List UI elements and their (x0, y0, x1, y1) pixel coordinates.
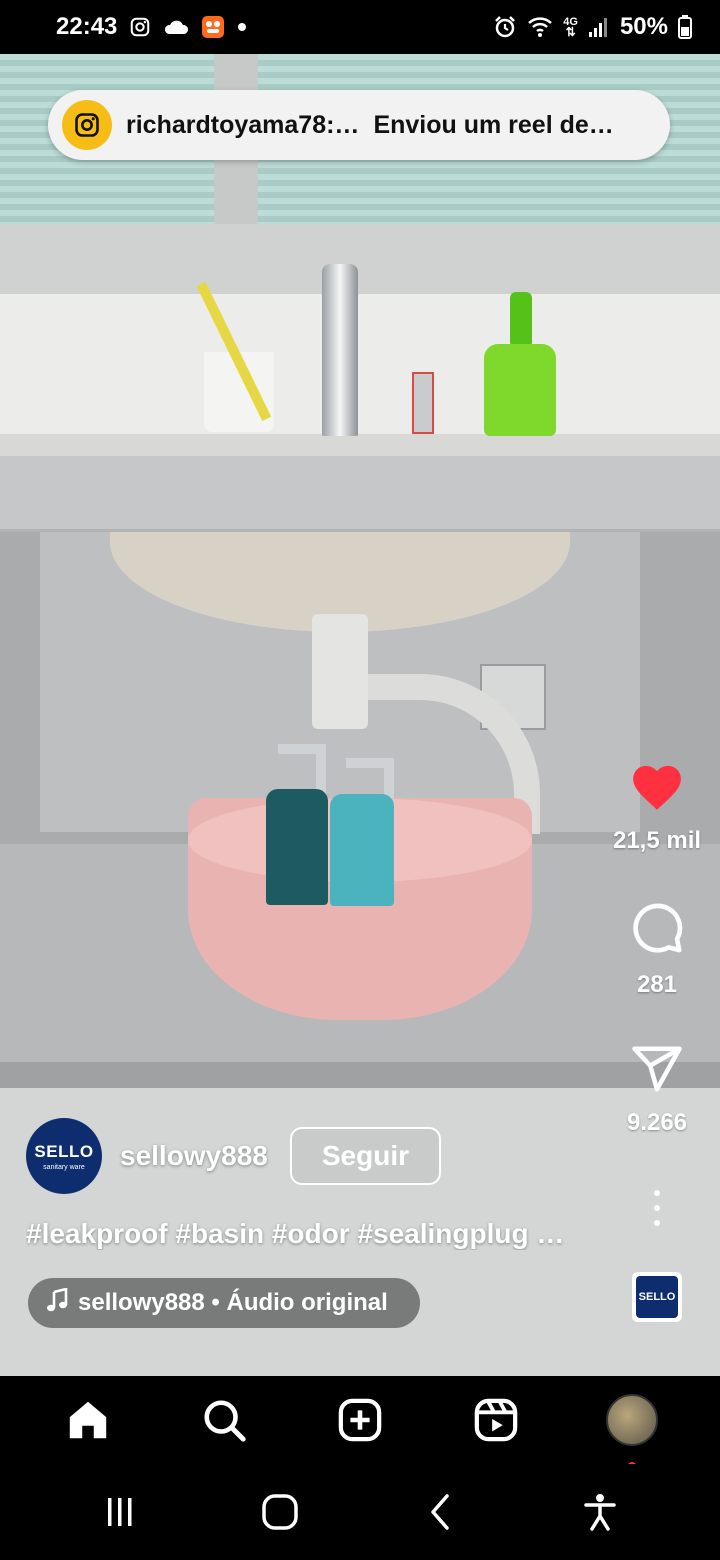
reels-icon[interactable] (466, 1390, 526, 1450)
back-icon[interactable] (410, 1482, 470, 1542)
audio-label: sellowy888 • Áudio original (78, 1289, 388, 1316)
alarm-icon (493, 15, 517, 39)
reel-caption[interactable]: #leakproof #basin #odor #sealingplug … (26, 1218, 606, 1250)
bottle-pump (278, 744, 326, 794)
dot-icon (237, 22, 247, 32)
avatar-brand: SELLO (34, 1141, 94, 1161)
comment-count: 281 (636, 971, 678, 998)
system-nav (0, 1464, 720, 1560)
network-type: 4G ⇅ (563, 16, 578, 39)
lipstick (412, 372, 434, 434)
counter-top (0, 294, 720, 444)
app-icon (201, 15, 225, 39)
like-action[interactable]: 21,5 mil (597, 762, 717, 855)
share-count: 9.266 (626, 1109, 688, 1136)
accessibility-icon[interactable] (570, 1482, 630, 1542)
cabinet-front (0, 456, 720, 532)
soap-bottle (484, 344, 556, 436)
instagram-icon (129, 16, 151, 38)
home-button[interactable] (250, 1482, 310, 1542)
soap-pump (510, 292, 532, 348)
share-action[interactable]: 9.266 (597, 1044, 717, 1137)
battery-percent: 50% (619, 13, 668, 40)
profile-avatar[interactable] (602, 1390, 662, 1470)
dark-bottle (266, 789, 328, 905)
follow-button[interactable]: Seguir (289, 1127, 442, 1185)
heart-icon[interactable] (629, 762, 685, 817)
notification-banner[interactable]: richardtoyama78:… Enviou um reel de… (48, 90, 670, 160)
instagram-icon (62, 100, 112, 150)
music-note-icon (46, 1286, 68, 1319)
search-icon[interactable] (194, 1390, 254, 1450)
bottom-nav (0, 1376, 720, 1470)
faucet (322, 264, 358, 436)
bottle-pump (346, 758, 394, 798)
home-icon[interactable] (58, 1390, 118, 1450)
create-icon[interactable] (330, 1390, 390, 1450)
audio-pill[interactable]: sellowy888 • Áudio original (28, 1278, 420, 1328)
audio-thumbnail[interactable]: SELLO (632, 1272, 682, 1322)
recents-icon[interactable] (90, 1482, 150, 1542)
status-left: 22:43 (56, 13, 247, 41)
wifi-icon (527, 16, 553, 38)
comment-icon[interactable] (629, 900, 685, 961)
status-bar: 22:43 4G ⇅ 50% (0, 0, 720, 54)
drain-pipe (312, 614, 368, 729)
notification-text: Enviou um reel de… (373, 110, 614, 139)
author-row: SELLO sanitary ware sellowy888 Seguir (26, 1118, 442, 1194)
notification-sender: richardtoyama78:… (126, 110, 360, 139)
battery-icon (678, 15, 692, 39)
send-icon[interactable] (630, 1044, 684, 1099)
audio-thumbnail-logo: SELLO (636, 1276, 678, 1318)
author-username[interactable]: sellowy888 (120, 1140, 268, 1172)
more-options-icon[interactable] (650, 1190, 664, 1226)
light-bottle (330, 794, 394, 906)
counter-edge (0, 434, 720, 456)
profile-picture (606, 1394, 658, 1446)
window-sill (0, 224, 720, 294)
cloud-icon (163, 18, 189, 36)
author-avatar[interactable]: SELLO sanitary ware (26, 1118, 102, 1194)
status-time: 22:43 (56, 13, 118, 40)
status-right: 4G ⇅ 50% (493, 13, 692, 41)
comment-action[interactable]: 281 (597, 900, 717, 999)
like-count: 21,5 mil (612, 827, 702, 854)
signal-icon (588, 16, 610, 38)
avatar-subtitle: sanitary ware (43, 1163, 85, 1171)
